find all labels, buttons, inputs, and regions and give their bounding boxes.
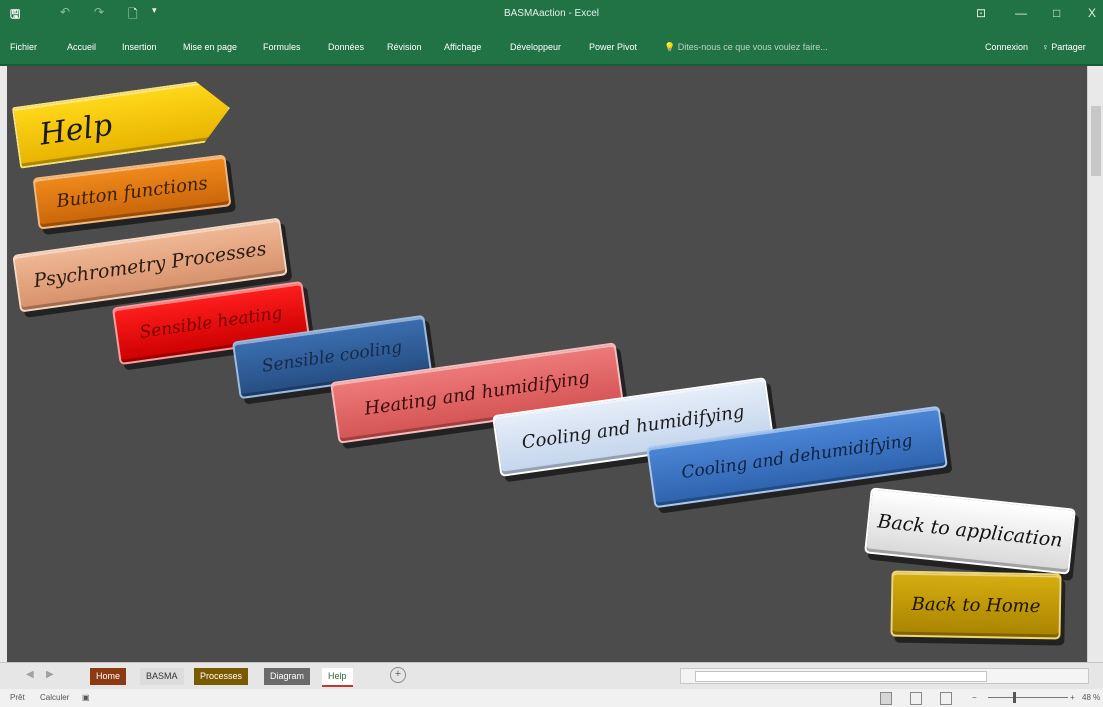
tab-revision[interactable]: Révision xyxy=(387,42,422,52)
tab-developpeur[interactable]: Développeur xyxy=(510,42,561,52)
status-bar: Prêt Calculer ▣ − + 48 % xyxy=(0,689,1103,707)
back-to-application-button[interactable]: Back to application xyxy=(864,487,1076,575)
back-to-home-label: Back to Home xyxy=(911,593,1041,617)
zoom-slider-track[interactable] xyxy=(988,697,1068,698)
button-functions-button[interactable]: Button functions xyxy=(32,154,232,230)
signin-link[interactable]: Connexion xyxy=(985,42,1028,52)
tell-me-search[interactable]: 💡 Dites-nous ce que vous voulez faire... xyxy=(664,42,828,53)
sheet-tab-processes[interactable]: Processes xyxy=(194,668,249,685)
back-to-application-label: Back to application xyxy=(876,510,1064,552)
page-break-view-icon[interactable] xyxy=(940,692,952,705)
title-bar: 🖫 ↶ ↷ 🗋 ▾ BASMAaction - Excel ⊡ — □ X xyxy=(0,0,1103,30)
zoom-out-icon[interactable]: − xyxy=(972,693,977,702)
sheet-tab-home[interactable]: Home xyxy=(90,668,127,685)
ribbon-display-icon[interactable]: ⊡ xyxy=(976,6,986,20)
help-label: Help xyxy=(37,107,115,153)
person-icon: ♀ xyxy=(1042,42,1049,52)
horizontal-scrollbar[interactable] xyxy=(680,668,1089,684)
tell-me-text: Dites-nous ce que vous voulez faire... xyxy=(677,42,828,52)
horizontal-scroll-thumb[interactable] xyxy=(695,671,987,682)
ribbon-tabs: Fichier Accueil Insertion Mise en page F… xyxy=(0,30,1103,66)
close-button[interactable]: X xyxy=(1088,6,1096,20)
worksheet-canvas: Help Button functions Psychrometry Proce… xyxy=(7,66,1087,662)
row-header-strip xyxy=(0,66,7,662)
sheet-tab-basma[interactable]: BASMA xyxy=(140,668,184,685)
restore-button[interactable]: □ xyxy=(1053,6,1060,20)
zoom-level[interactable]: 48 % xyxy=(1082,693,1100,702)
sensible-cooling-label: Sensible cooling xyxy=(260,337,404,377)
sheet-tab-help[interactable]: Help xyxy=(322,668,353,687)
vertical-scrollbar[interactable] xyxy=(1087,66,1103,662)
zoom-slider-knob[interactable] xyxy=(1013,692,1016,703)
help-button[interactable]: Help xyxy=(12,77,235,168)
vertical-scroll-thumb[interactable] xyxy=(1091,106,1101,176)
document-title: BASMAaction - Excel xyxy=(503,8,600,19)
tab-mise-en-page[interactable]: Mise en page xyxy=(183,42,237,52)
tab-donnees[interactable]: Données xyxy=(328,42,364,52)
sheet-tab-diagram[interactable]: Diagram xyxy=(264,668,311,685)
tab-insertion[interactable]: Insertion xyxy=(122,42,157,52)
next-sheet-icon[interactable]: ▶ xyxy=(46,669,54,680)
macro-record-icon[interactable]: ▣ xyxy=(82,693,90,702)
sheet-tabs-bar: ◀ ▶ Home BASMA Processes Diagram Help + xyxy=(0,662,1103,689)
normal-view-icon[interactable] xyxy=(880,692,892,705)
tab-affichage[interactable]: Affichage xyxy=(444,42,481,52)
minimize-button[interactable]: — xyxy=(1015,6,1027,20)
page-layout-view-icon[interactable] xyxy=(910,692,922,705)
share-button[interactable]: ♀ Partager xyxy=(1042,42,1086,52)
psychrometry-processes-label: Psychrometry Processes xyxy=(32,237,268,293)
tab-power-pivot[interactable]: Power Pivot xyxy=(589,42,637,52)
tab-fichier[interactable]: Fichier xyxy=(10,42,37,52)
prev-sheet-icon[interactable]: ◀ xyxy=(26,669,34,680)
button-functions-label: Button functions xyxy=(55,172,209,212)
back-to-home-button[interactable]: Back to Home xyxy=(890,570,1062,640)
cooling-dehumidifying-label: Cooling and dehumidifying xyxy=(680,430,914,484)
lightbulb-icon: 💡 xyxy=(664,42,676,52)
share-label: Partager xyxy=(1051,42,1086,52)
tab-formules[interactable]: Formules xyxy=(263,42,301,52)
tab-accueil[interactable]: Accueil xyxy=(67,42,96,52)
ready-status: Prêt xyxy=(10,693,25,702)
zoom-in-icon[interactable]: + xyxy=(1070,693,1075,702)
calculate-button[interactable]: Calculer xyxy=(40,693,69,702)
add-sheet-icon[interactable]: + xyxy=(390,667,406,683)
